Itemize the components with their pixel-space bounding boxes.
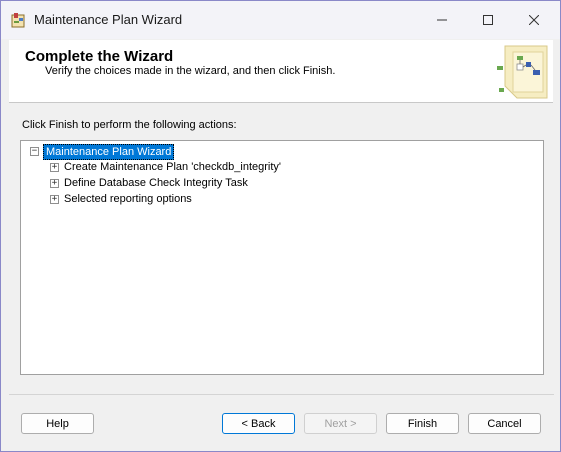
- page-title: Complete the Wizard: [25, 48, 174, 65]
- page-subtitle: Verify the choices made in the wizard, a…: [45, 65, 336, 77]
- window-title: Maintenance Plan Wizard: [34, 12, 183, 27]
- expand-icon[interactable]: +: [50, 195, 59, 204]
- wizard-app-icon: [11, 13, 25, 28]
- maximize-button[interactable]: [465, 1, 511, 39]
- next-button[interactable]: Next >: [304, 413, 377, 434]
- help-button[interactable]: Help: [21, 413, 94, 434]
- cancel-button[interactable]: Cancel: [468, 413, 541, 434]
- minimize-button[interactable]: [419, 1, 465, 39]
- footer-divider: [9, 394, 554, 395]
- close-button[interactable]: [511, 1, 557, 39]
- close-icon: [529, 15, 539, 25]
- tree-node-label[interactable]: Define Database Check Integrity Task: [64, 176, 248, 190]
- minimize-icon: [437, 19, 447, 21]
- tree-node-label[interactable]: Create Maintenance Plan 'checkdb_integri…: [64, 160, 281, 174]
- collapse-icon[interactable]: −: [30, 147, 39, 156]
- finish-button[interactable]: Finish: [386, 413, 459, 434]
- instruction-label: Click Finish to perform the following ac…: [22, 119, 237, 131]
- title-bar[interactable]: Maintenance Plan Wizard: [1, 1, 560, 39]
- expand-icon[interactable]: +: [50, 179, 59, 188]
- tree-root-label[interactable]: Maintenance Plan Wizard: [43, 144, 175, 160]
- maximize-icon: [483, 15, 493, 25]
- wizard-header: Complete the Wizard Verify the choices m…: [9, 40, 553, 103]
- actions-tree[interactable]: − Maintenance Plan Wizard + Create Maint…: [20, 140, 544, 375]
- back-button[interactable]: < Back: [222, 413, 295, 434]
- wizard-graphic-icon: [497, 45, 548, 99]
- wizard-window: Maintenance Plan Wizard Complete the Wiz…: [0, 0, 561, 452]
- tree-node-label[interactable]: Selected reporting options: [64, 192, 192, 206]
- expand-icon[interactable]: +: [50, 163, 59, 172]
